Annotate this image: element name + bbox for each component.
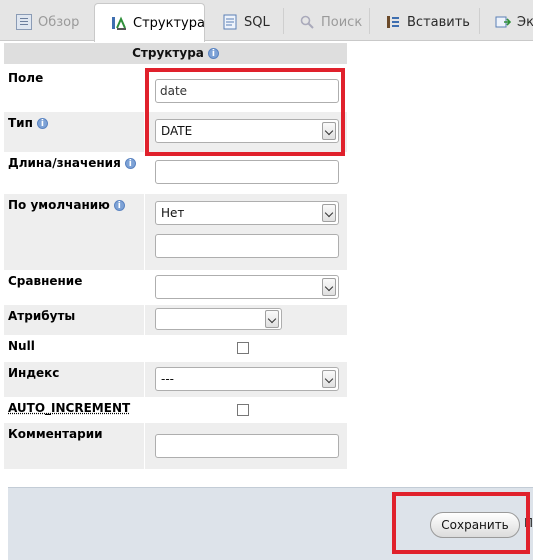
default-value-input[interactable] xyxy=(155,234,339,258)
row-length: Длина/значения i xyxy=(4,152,347,194)
form-header-title: Структура xyxy=(132,46,204,60)
index-cell: --- xyxy=(144,362,347,397)
null-checkbox[interactable] xyxy=(237,342,249,354)
tab-search[interactable]: Поиск xyxy=(283,3,369,41)
tab-sql-label: SQL xyxy=(244,14,270,30)
type-label-text: Тип xyxy=(8,116,33,130)
tab-export[interactable]: Эк xyxy=(479,3,533,41)
collation-label: Сравнение xyxy=(8,274,83,288)
row-collation: Сравнение xyxy=(4,270,347,305)
table-icon xyxy=(16,14,32,30)
length-label: Длина/значения i xyxy=(4,152,144,194)
index-select[interactable]: --- xyxy=(155,367,339,391)
tab-insert[interactable]: Вставить xyxy=(369,3,479,41)
null-label: Null xyxy=(8,339,35,353)
type-select[interactable]: DATE xyxy=(155,119,339,143)
structure-icon xyxy=(111,15,127,31)
auto-increment-label-text: AUTO_INCREMENT xyxy=(8,401,131,415)
help-icon[interactable]: i xyxy=(207,48,219,59)
type-select-value: DATE xyxy=(161,124,193,138)
tab-search-label: Поиск xyxy=(321,14,363,30)
chevron-down-icon xyxy=(265,310,279,328)
column-structure-form: Структура i xyxy=(4,43,347,64)
field-name-cell: date xyxy=(144,67,347,112)
tab-structure[interactable]: Структура xyxy=(94,3,205,42)
collation-cell xyxy=(144,270,347,305)
chevron-down-icon xyxy=(322,370,336,388)
null-cell xyxy=(144,335,347,362)
default-label-text: По умолчанию xyxy=(8,198,110,212)
type-label: Тип i xyxy=(4,112,144,152)
row-index: Индекс --- xyxy=(4,362,347,397)
attributes-cell xyxy=(144,305,347,335)
index-select-value: --- xyxy=(161,372,174,386)
insert-icon xyxy=(385,14,401,30)
tab-bar: Обзор Структура SQL Поиск Вставить Эк xyxy=(0,0,533,42)
row-comments: Комментарии xyxy=(4,423,347,469)
row-field-name: Поле date xyxy=(4,67,347,112)
auto-increment-cell xyxy=(144,397,347,423)
row-default: По умолчанию i Нет xyxy=(4,194,347,270)
help-icon[interactable]: i xyxy=(124,158,136,169)
export-icon xyxy=(495,14,511,30)
tab-browse-label: Обзор xyxy=(38,14,80,30)
tab-insert-label: Вставить xyxy=(407,14,470,30)
field-name-label: Поле xyxy=(8,71,44,85)
default-label: По умолчанию i xyxy=(4,194,144,270)
collation-select[interactable] xyxy=(155,275,339,299)
type-cell: DATE xyxy=(144,112,347,152)
row-auto-increment: AUTO_INCREMENT xyxy=(4,397,347,423)
comments-cell xyxy=(144,423,347,469)
save-button[interactable]: Сохранить xyxy=(430,512,520,538)
sql-icon xyxy=(222,14,238,30)
search-icon xyxy=(299,14,315,30)
form-header: Структура i xyxy=(4,43,347,64)
chevron-down-icon xyxy=(322,204,336,222)
index-label: Индекс xyxy=(8,366,60,380)
length-label-text: Длина/значения xyxy=(8,156,121,170)
comments-input[interactable] xyxy=(155,434,339,458)
chevron-down-icon xyxy=(322,278,336,296)
length-input[interactable] xyxy=(155,160,339,184)
clipped-label: П xyxy=(524,516,533,530)
default-cell: Нет xyxy=(144,194,347,270)
tab-browse[interactable]: Обзор xyxy=(0,3,93,41)
help-icon[interactable]: i xyxy=(113,200,125,211)
row-type: Тип i DATE xyxy=(4,112,347,152)
default-select-value: Нет xyxy=(161,206,185,220)
row-null: Null xyxy=(4,335,347,362)
chevron-down-icon xyxy=(322,122,336,140)
auto-increment-checkbox[interactable] xyxy=(237,404,249,416)
length-cell xyxy=(144,152,347,194)
tab-sql[interactable]: SQL xyxy=(206,3,282,41)
field-name-input[interactable]: date xyxy=(155,79,339,103)
help-icon[interactable]: i xyxy=(36,118,48,129)
default-select[interactable]: Нет xyxy=(155,201,339,225)
tab-structure-label: Структура xyxy=(133,15,205,31)
auto-increment-label: AUTO_INCREMENT xyxy=(4,397,144,423)
row-attributes: Атрибуты xyxy=(4,305,347,335)
comments-label: Комментарии xyxy=(8,427,103,441)
attributes-select[interactable] xyxy=(155,308,282,330)
attributes-label: Атрибуты xyxy=(8,309,76,323)
tab-export-label: Эк xyxy=(517,14,533,30)
